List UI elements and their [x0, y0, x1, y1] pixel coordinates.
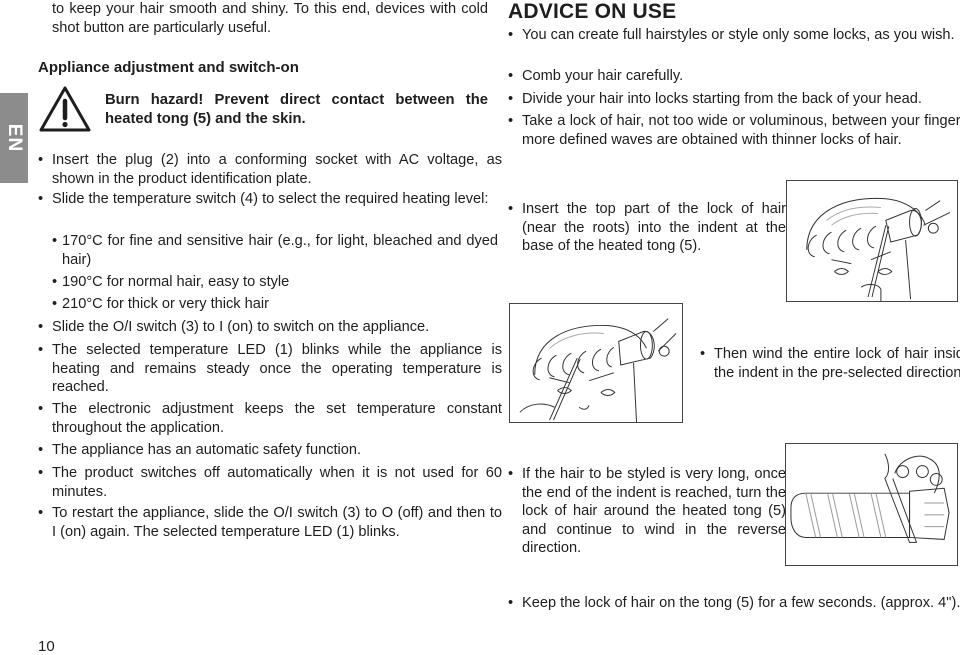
temperature-level-190: 190°C for normal hair, easy to style: [52, 273, 498, 292]
reverse-wind-illustration: [785, 443, 958, 566]
step-wind-lock: Then wind the entire lock of hair inside…: [700, 345, 960, 382]
list-item: To restart the appliance, slide the O/I …: [38, 504, 502, 541]
temperature-level-170: 170°C for fine and sensitive hair (e.g.,…: [52, 232, 498, 269]
advice-heading: ADVICE ON USE: [508, 0, 677, 23]
warning-text: Burn hazard! Prevent direct contact betw…: [105, 92, 488, 127]
language-tab-label: EN: [4, 123, 25, 153]
list-item: You can create full hairstyles or style …: [508, 26, 960, 45]
step-reverse-wind: If the hair to be styled is very long, o…: [508, 465, 786, 558]
insert-lock-illustration: [786, 180, 958, 302]
list-item: Comb your hair carefully.: [508, 67, 960, 86]
language-tab: EN: [0, 93, 28, 183]
wind-lock-illustration: [509, 303, 683, 423]
step-insert-lock: Insert the top part of the lock of hair …: [508, 200, 786, 256]
page-number: 10: [38, 638, 55, 655]
list-item: The product switches off automatically w…: [38, 464, 502, 501]
list-item: Slide the temperature switch (4) to sele…: [38, 190, 502, 209]
list-item: Slide the O/I switch (3) to I (on) to sw…: [38, 318, 502, 337]
intro-text: to keep your hair smooth and shiny. To t…: [52, 1, 488, 36]
temperature-level-210: 210°C for thick or very thick hair: [52, 295, 498, 314]
list-item: The selected temperature LED (1) blinks …: [38, 341, 502, 397]
section-heading: Appliance adjustment and switch-on: [38, 59, 299, 76]
list-item: Insert the plug (2) into a conforming so…: [38, 151, 502, 188]
list-item: Take a lock of hair, not too wide or vol…: [508, 112, 960, 149]
list-item: The electronic adjustment keeps the set …: [38, 400, 502, 437]
list-item: The appliance has an automatic safety fu…: [38, 441, 502, 460]
list-item-keep-lock: Keep the lock of hair on the tong (5) fo…: [508, 594, 960, 613]
list-item: Divide your hair into locks starting fro…: [508, 90, 960, 109]
warning-triangle-icon: [38, 85, 92, 133]
